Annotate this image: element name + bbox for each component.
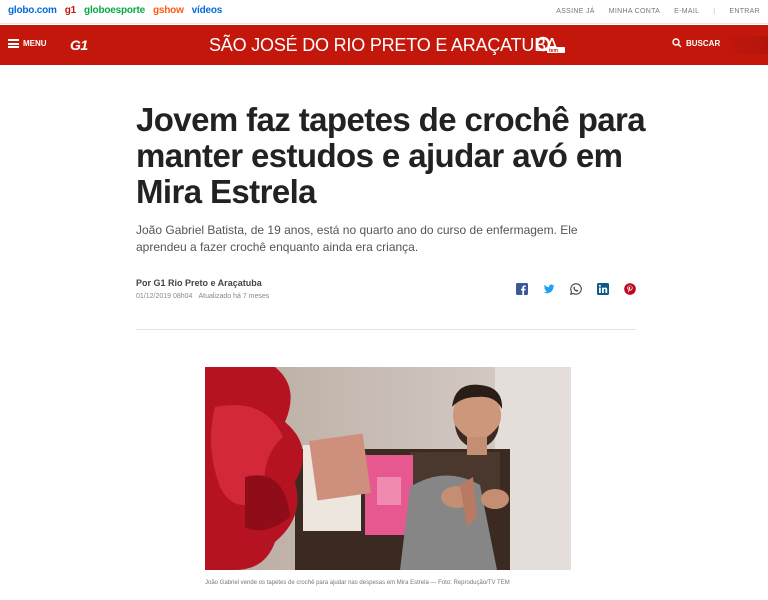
article-dates: 01/12/2019 08h04 Atualizado há 7 meses bbox=[136, 293, 269, 300]
brand-link-globoesporte[interactable]: globoesporte bbox=[84, 5, 145, 16]
tv-tem-logo-icon: tem bbox=[535, 36, 565, 54]
brand-link-globo[interactable]: globo.com bbox=[8, 5, 57, 16]
user-links: ASSINE JÁ MINHA CONTA E-MAIL | ENTRAR bbox=[556, 8, 760, 15]
whatsapp-icon[interactable] bbox=[570, 283, 582, 295]
search-field-fade bbox=[718, 36, 768, 54]
article-headline: Jovem faz tapetes de crochê para manter … bbox=[136, 101, 646, 210]
article-divider bbox=[136, 329, 636, 330]
brand-link-videos[interactable]: vídeos bbox=[192, 5, 223, 16]
linkedin-icon[interactable] bbox=[597, 283, 609, 295]
crochet-photo-illustration bbox=[205, 367, 571, 570]
brand-link-gshow[interactable]: gshow bbox=[153, 5, 184, 16]
share-bar bbox=[516, 283, 636, 295]
site-header: MENU G1 SÃO JOSÉ DO RIO PRETO E ARAÇATUB… bbox=[0, 25, 768, 65]
article-byline: Por G1 Rio Preto e Araçatuba bbox=[136, 278, 262, 288]
search-label: BUSCAR bbox=[686, 38, 721, 48]
search-button[interactable]: BUSCAR bbox=[672, 38, 720, 48]
region-title[interactable]: SÃO JOSÉ DO RIO PRETO E ARAÇATUBA bbox=[209, 35, 558, 56]
login-link[interactable]: ENTRAR bbox=[729, 8, 760, 15]
pinterest-icon[interactable] bbox=[624, 283, 636, 295]
separator: | bbox=[713, 8, 716, 15]
g1-logo[interactable]: G1 bbox=[70, 37, 88, 53]
menu-label: MENU bbox=[23, 39, 47, 48]
email-link[interactable]: E-MAIL bbox=[674, 8, 699, 15]
published-date: 01/12/2019 08h04 bbox=[136, 293, 193, 300]
updated-date: Atualizado há 7 meses bbox=[198, 293, 270, 300]
brand-link-g1[interactable]: g1 bbox=[65, 5, 76, 16]
brand-links: globo.com g1 globoesporte gshow vídeos bbox=[8, 5, 222, 16]
menu-button[interactable]: MENU bbox=[8, 39, 47, 48]
globo-top-bar: globo.com g1 globoesporte gshow vídeos A… bbox=[0, 0, 768, 24]
search-icon bbox=[672, 38, 682, 48]
hamburger-icon bbox=[8, 39, 19, 48]
facebook-icon[interactable] bbox=[516, 283, 528, 295]
svg-text:tem: tem bbox=[549, 48, 558, 54]
account-link[interactable]: MINHA CONTA bbox=[609, 8, 660, 15]
article-subtitle: João Gabriel Batista, de 19 anos, está n… bbox=[136, 223, 578, 254]
subscribe-link[interactable]: ASSINE JÁ bbox=[556, 8, 595, 15]
twitter-icon[interactable] bbox=[543, 283, 555, 295]
photo-caption: João Gabriel vende os tapetes de crochê … bbox=[205, 580, 510, 586]
article-photo[interactable] bbox=[205, 367, 571, 570]
